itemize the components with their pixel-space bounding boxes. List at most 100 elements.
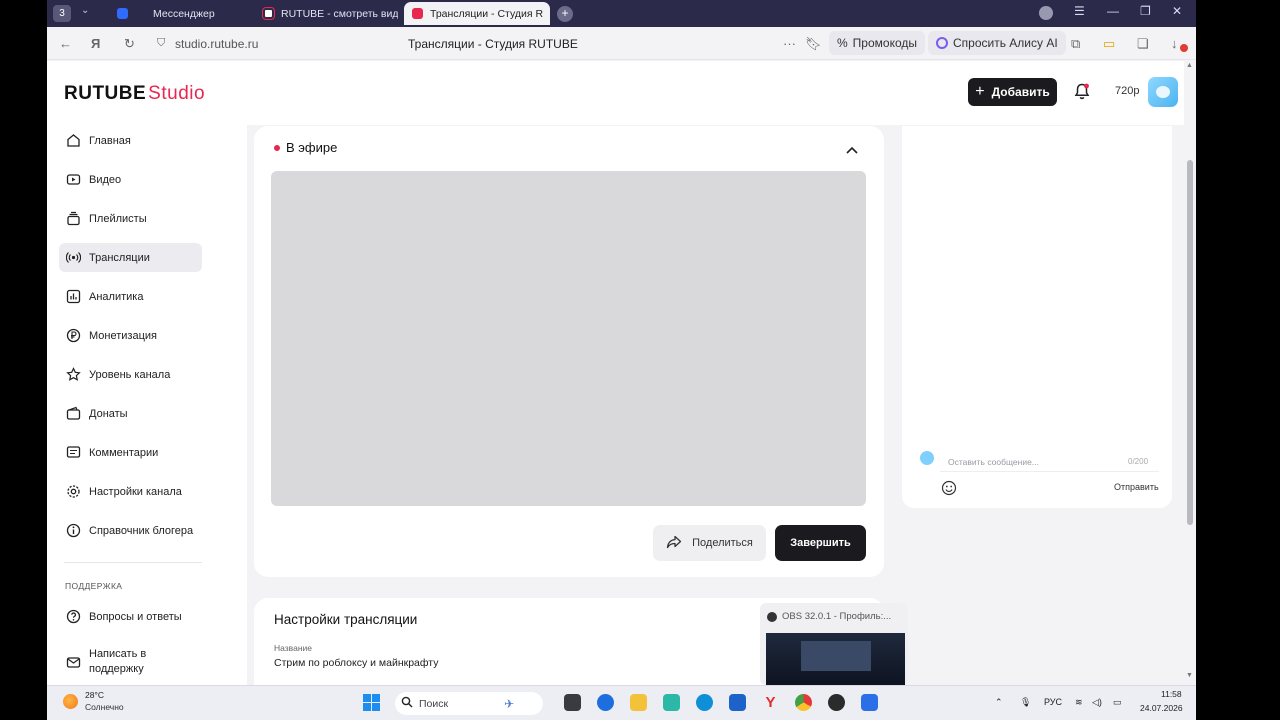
percent-icon: % xyxy=(837,36,848,50)
clock-date[interactable]: 24.07.2026 xyxy=(1140,703,1183,713)
minimize-icon[interactable]: — xyxy=(1107,4,1119,18)
task-view-icon[interactable] xyxy=(564,694,581,711)
sidebar-item-video[interactable]: Видео xyxy=(59,165,202,194)
name-field[interactable]: Стрим по роблоксу и майнкрафту xyxy=(274,657,438,669)
obs-icon xyxy=(767,612,777,622)
sidebar-item-channel-level[interactable]: Уровень канала xyxy=(59,360,202,389)
battery-tray-icon[interactable]: ▭ xyxy=(1113,697,1122,708)
chat-input[interactable]: Оставить сообщение... xyxy=(940,452,1159,472)
sidebar-item-blogger-guide[interactable]: Справочник блогера xyxy=(59,516,202,545)
store-icon[interactable] xyxy=(729,694,746,711)
sidebar-item-analytics[interactable]: Аналитика xyxy=(59,282,202,311)
quality-label[interactable]: 720p xyxy=(1115,85,1139,97)
volume-icon[interactable]: ◁) xyxy=(1092,697,1102,708)
menu-icon[interactable]: ☰ xyxy=(1074,4,1085,18)
avatar[interactable] xyxy=(1148,77,1178,107)
scrollbar[interactable]: ▲ ▼ xyxy=(1184,60,1196,685)
logo-brand: RUTUBE xyxy=(64,83,147,104)
weather-description[interactable]: Солнечно xyxy=(85,702,124,712)
collections-icon[interactable]: ❏ xyxy=(1137,36,1149,52)
shield-icon[interactable]: ⛉ xyxy=(157,37,165,50)
scroll-thumb[interactable] xyxy=(1187,160,1193,525)
emoji-icon[interactable] xyxy=(941,480,957,501)
obs-thumbnail[interactable] xyxy=(766,633,905,685)
sidebar-item-comments[interactable]: Комментарии xyxy=(59,438,202,467)
yandex-icon[interactable]: Я xyxy=(91,36,100,51)
send-button[interactable]: Отправить xyxy=(1114,482,1159,492)
live-title: В эфире xyxy=(286,140,338,155)
new-tab-button[interactable]: + xyxy=(557,6,573,22)
chat-panel: Оставить сообщение... 0/200 Отправить xyxy=(902,126,1172,508)
scroll-up-icon[interactable]: ▲ xyxy=(1186,62,1193,69)
sidebar-item-label: Комментарии xyxy=(89,446,159,459)
video-icon xyxy=(65,172,81,188)
sidebar-item-channel-settings[interactable]: Настройки канала xyxy=(59,477,202,506)
studio-icon xyxy=(412,8,423,19)
sidebar-item-home[interactable]: Главная xyxy=(59,126,202,155)
tray-chevron-icon[interactable]: ⌃ xyxy=(995,697,1003,708)
chevron-up-icon[interactable] xyxy=(846,141,858,159)
battery-icon[interactable]: ▭ xyxy=(1103,36,1115,52)
chat-counter: 0/200 xyxy=(1128,457,1149,466)
sun-icon[interactable] xyxy=(63,694,78,709)
sidebar-item-label: Вопросы и ответы xyxy=(89,610,182,623)
wifi-icon[interactable]: ≋ xyxy=(1075,697,1083,708)
sidebar-item-playlists[interactable]: Плейлисты xyxy=(59,204,202,233)
close-window-icon[interactable]: ✕ xyxy=(1172,4,1182,18)
back-icon[interactable]: ← xyxy=(59,36,72,51)
question-icon xyxy=(65,609,81,625)
maximize-icon[interactable]: ❐ xyxy=(1140,4,1151,18)
share-button[interactable]: Поделиться xyxy=(653,525,766,561)
app-icon-browser-alt[interactable] xyxy=(597,694,614,711)
tab-counter[interactable]: 3 xyxy=(53,5,71,22)
stream-preview[interactable] xyxy=(271,171,866,506)
name-field-label: Название xyxy=(274,643,312,653)
sidebar-item-monetization[interactable]: Монетизация xyxy=(59,321,202,350)
weather-temperature[interactable]: 28°C xyxy=(85,690,104,700)
rutube-studio-logo[interactable]: RUTUBE Studio xyxy=(64,83,205,105)
info-icon xyxy=(65,523,81,539)
bell-icon[interactable] xyxy=(1074,83,1090,105)
bookmark-icon[interactable]: 🔖︎ xyxy=(805,36,822,52)
profile-icon[interactable] xyxy=(1039,6,1053,20)
file-explorer-icon[interactable] xyxy=(630,694,647,711)
sidebar-item-contact-support[interactable]: Написать в поддержку xyxy=(59,645,202,679)
obs-taskbar-icon[interactable] xyxy=(828,694,845,711)
obs-taskbar-preview[interactable]: OBS 32.0.1 - Профиль:... xyxy=(760,603,908,685)
url-field[interactable]: studio.rutube.ru xyxy=(175,37,258,51)
browser-tab-rutube[interactable]: RUTUBE - смотреть виде xyxy=(255,2,398,25)
sidebar-item-broadcasts[interactable]: Трансляции xyxy=(59,243,202,272)
finish-button[interactable]: Завершить xyxy=(775,525,866,561)
tab-label: RUTUBE - смотреть виде xyxy=(281,7,398,20)
search-label: Поиск xyxy=(419,697,449,710)
mail-icon xyxy=(65,654,81,670)
sidebar-item-faq[interactable]: Вопросы и ответы xyxy=(59,602,202,631)
app-icon-teal[interactable] xyxy=(663,694,680,711)
download-badge xyxy=(1180,44,1188,52)
browser-window: 3 ⌄ Мессенджер RUTUBE - смотреть виде Тр… xyxy=(47,0,1196,720)
extensions-icon[interactable]: ⧉ xyxy=(1071,36,1080,52)
more-icon[interactable]: ··· xyxy=(783,36,796,51)
sidebar: Главная Видео Плейлисты Трансляции Анали… xyxy=(47,125,247,685)
add-button[interactable]: + Добавить xyxy=(968,78,1057,106)
taskbar-search[interactable]: Поиск ✈ xyxy=(395,692,543,715)
reload-icon[interactable]: ↻ xyxy=(124,36,135,52)
scroll-down-icon[interactable]: ▼ xyxy=(1186,672,1193,679)
chevron-down-icon[interactable]: ⌄ xyxy=(81,5,89,16)
language-indicator[interactable]: РУС xyxy=(1044,697,1062,707)
alice-button[interactable]: Спросить Алису AI xyxy=(928,31,1066,55)
microphone-icon[interactable]: 🎙︎ xyxy=(1020,697,1031,708)
windows-start-icon[interactable] xyxy=(363,694,380,711)
promo-button[interactable]: % Промокоды xyxy=(829,31,925,55)
browser-tab-studio[interactable]: Трансляции - Студия R ✕ xyxy=(404,2,550,25)
clock-time[interactable]: 11:58 xyxy=(1161,689,1182,699)
browser-tab-messenger[interactable]: Мессенджер xyxy=(109,2,249,25)
yandex-browser-icon[interactable]: Y xyxy=(762,694,779,711)
download-icon[interactable]: ↓ xyxy=(1171,36,1178,51)
star-icon xyxy=(65,367,81,383)
messenger-taskbar-icon[interactable] xyxy=(861,694,878,711)
edge-icon[interactable] xyxy=(696,694,713,711)
chrome-icon[interactable] xyxy=(795,694,812,711)
sidebar-item-donations[interactable]: Донаты xyxy=(59,399,202,428)
sidebar-item-label: Настройки канала xyxy=(89,485,182,498)
